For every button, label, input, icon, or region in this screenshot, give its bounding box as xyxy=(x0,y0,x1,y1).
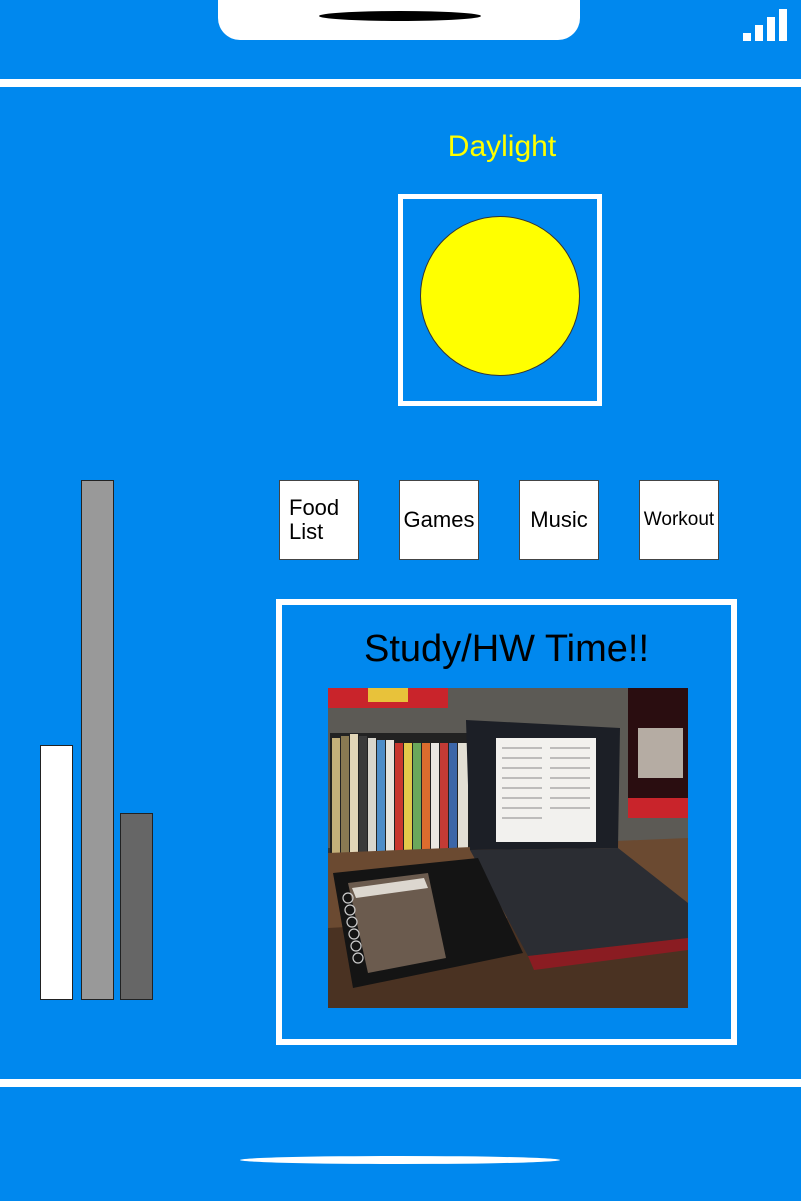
white-bar xyxy=(40,745,73,1000)
gray-bar xyxy=(81,480,114,1000)
app-music[interactable]: Music xyxy=(519,480,599,560)
app-food-list[interactable]: Food List xyxy=(279,480,359,560)
bottom-divider xyxy=(0,1079,801,1087)
dark-gray-bar xyxy=(120,813,153,1000)
daylight-label: Daylight xyxy=(447,130,557,163)
study-title: Study/HW Time!! xyxy=(363,628,650,670)
app-label: Workout xyxy=(643,509,715,530)
app-label: Games xyxy=(403,507,475,532)
app-label: Music xyxy=(530,507,588,532)
signal-strength-icon xyxy=(743,9,789,41)
top-divider xyxy=(0,79,801,87)
app-games[interactable]: Games xyxy=(399,480,479,560)
app-workout[interactable]: Workout xyxy=(639,480,719,560)
speaker-grille xyxy=(319,11,481,21)
app-label: Food List xyxy=(289,495,340,544)
home-indicator[interactable] xyxy=(240,1156,560,1164)
study-photo xyxy=(328,688,688,1008)
sun-icon xyxy=(420,216,580,376)
